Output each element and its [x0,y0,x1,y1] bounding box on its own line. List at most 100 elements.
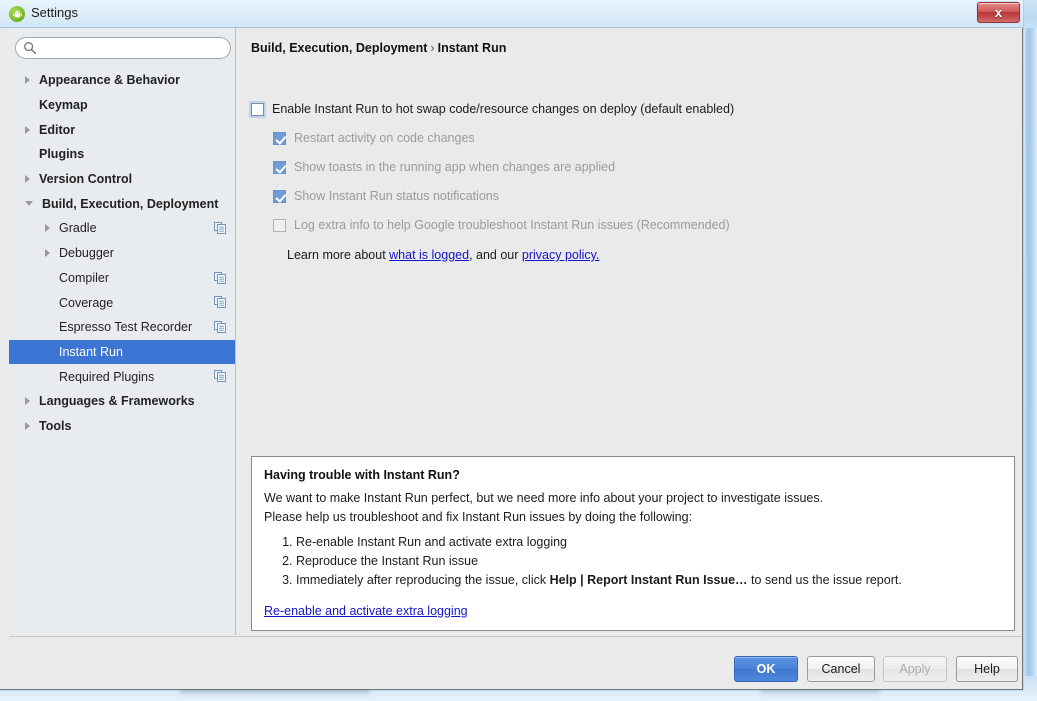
checkbox-row: Log extra info to help Google troublesho… [273,218,730,232]
copy-settings-icon[interactable] [214,222,226,235]
chevron-right-icon[interactable] [45,249,50,258]
ok-button-label: OK [756,662,776,676]
search-input[interactable] [15,37,231,59]
re-enable-extra-logging-link[interactable]: Re-enable and activate extra logging [264,604,468,618]
help-panel-steps: Re-enable Instant Run and activate extra… [264,533,902,590]
sidebar-item-label: Required Plugins [59,369,155,384]
help-step-text: Re-enable Instant Run and activate extra… [296,535,568,549]
dialog-footer: OK Cancel Apply Help [9,636,1022,689]
sidebar-item-debugger[interactable]: Debugger [9,241,235,266]
sidebar-item-label: Version Control [39,172,133,187]
apply-button: Apply [883,656,947,682]
dialog-titlebar: Settings x [0,0,1023,28]
breadcrumb-parent: Build, Execution, Deployment [251,41,428,55]
checkbox-label: Restart activity on code changes [294,131,475,145]
help-step-text-tail: to send us the issue report. [747,573,902,587]
sidebar-item-plugins[interactable]: Plugins [9,142,235,167]
sidebar-item-label: Languages & Frameworks [39,394,195,409]
sidebar-item-label: Espresso Test Recorder [59,320,193,335]
help-step-text: Reproduce the Instant Run issue [296,554,479,568]
sidebar-item-label: Build, Execution, Deployment [42,196,219,211]
checkbox-row: Show toasts in the running app when chan… [273,160,615,174]
what-is-logged-link[interactable]: what is logged [389,248,469,262]
checkbox-row: Show Instant Run status notifications [273,189,499,203]
chevron-right-icon[interactable] [25,175,30,184]
checkbox-enable-instant-run[interactable] [251,102,264,116]
dialog-title: Settings [31,5,78,20]
dialog-content: Appearance & Behavior Keymap Editor Plugins… [9,28,1022,636]
checkbox-option-1 [273,131,286,145]
breadcrumb: Build, Execution, Deployment › Instant Run [251,41,506,55]
sidebar-item-label: Appearance & Behavior [39,73,181,88]
help-step-text: Immediately after reproducing the issue,… [296,573,550,587]
help-step: Reproduce the Instant Run issue [296,552,902,571]
settings-tree[interactable]: Appearance & Behavior Keymap Editor Plugins… [9,68,235,635]
help-panel-link-wrap: Re-enable and activate extra logging [264,604,468,618]
chevron-right-icon[interactable] [25,397,30,406]
sidebar-item-label: Plugins [39,147,85,162]
sidebar-item-label: Keymap [39,98,88,113]
sidebar-item-appearance-behavior[interactable]: Appearance & Behavior [9,68,235,93]
sidebar-item-instant-run[interactable]: Instant Run [9,339,235,365]
chevron-right-icon[interactable] [25,76,30,85]
copy-settings-icon[interactable] [214,271,226,284]
sidebar-item-label: Coverage [59,295,114,310]
sidebar-item-languages-frameworks[interactable]: Languages & Frameworks [9,389,235,414]
learn-more-middle: , and our [469,248,522,262]
sidebar-item-coverage[interactable]: Coverage [9,290,235,315]
help-button-label: Help [974,662,1000,676]
help-button[interactable]: Help [956,656,1018,682]
close-icon[interactable]: x [977,2,1020,23]
sidebar-item-gradle[interactable]: Gradle [9,216,235,241]
checkbox-label: Enable Instant Run to hot swap code/reso… [272,102,735,116]
sidebar-item-label: Gradle [59,221,97,236]
sidebar-item-espresso-test-recorder[interactable]: Espresso Test Recorder [9,315,235,340]
breadcrumb-separator-icon: › [430,41,435,55]
sidebar-item-build-execution-deployment[interactable]: Build, Execution, Deployment [9,191,235,216]
learn-more-prefix: Learn more about [287,248,390,262]
checkbox-option-4 [273,218,286,232]
settings-sidebar: Appearance & Behavior Keymap Editor Plugins… [9,28,236,635]
sidebar-item-keymap[interactable]: Keymap [9,93,235,118]
sidebar-item-label: Editor [39,122,76,137]
chevron-right-icon[interactable] [25,125,30,134]
learn-more-text: Learn more about what is logged, and our… [287,248,599,262]
search-box[interactable] [15,37,231,59]
chevron-right-icon[interactable] [45,224,50,233]
settings-main-panel: Build, Execution, Deployment › Instant Run… [237,28,1022,635]
breadcrumb-current: Instant Run [437,41,507,55]
apply-button-label: Apply [899,662,931,676]
sidebar-item-tools[interactable]: Tools [9,414,235,439]
ok-button[interactable]: OK [734,656,798,682]
copy-settings-icon[interactable] [214,370,226,383]
settings-dialog: Settings x Appearance & Behavior Keymap Ed… [0,0,1023,690]
checkbox-option-3 [273,189,286,203]
sidebar-item-editor[interactable]: Editor [9,117,235,142]
copy-settings-icon[interactable] [214,296,226,309]
sidebar-item-compiler[interactable]: Compiler [9,266,235,291]
sidebar-item-required-plugins[interactable]: Required Plugins [9,364,235,389]
checkbox-row: Enable Instant Run to hot swap code/reso… [251,102,734,116]
cancel-button[interactable]: Cancel [807,656,875,682]
sidebar-item-label: Debugger [59,246,114,261]
chevron-right-icon[interactable] [25,421,30,430]
checkbox-row: Restart activity on code changes [273,131,475,145]
sidebar-item-label: Instant Run [59,344,123,359]
chevron-down-icon[interactable] [25,201,33,207]
sidebar-item-version-control[interactable]: Version Control [9,167,235,192]
sidebar-item-label: Tools [39,418,72,433]
help-step: Re-enable Instant Run and activate extra… [296,533,902,552]
sidebar-item-label: Compiler [59,270,110,285]
android-robot-icon [9,6,25,22]
cancel-button-label: Cancel [821,662,861,676]
checkbox-label: Show Instant Run status notifications [294,189,499,203]
help-panel-paragraph-2: Please help us troubleshoot and fix Inst… [264,510,693,524]
background-right-edge [1025,28,1037,676]
help-step-emphasis: Help | Report Instant Run Issue… [549,573,748,587]
help-step: Immediately after reproducing the issue,… [296,571,902,590]
copy-settings-icon[interactable] [214,320,226,333]
privacy-policy-link[interactable]: privacy policy. [522,248,600,262]
close-label: x [994,5,1003,20]
help-panel-paragraph-1: We want to make Instant Run perfect, but… [264,491,824,505]
instant-run-help-panel: Having trouble with Instant Run? We want… [251,456,1015,631]
